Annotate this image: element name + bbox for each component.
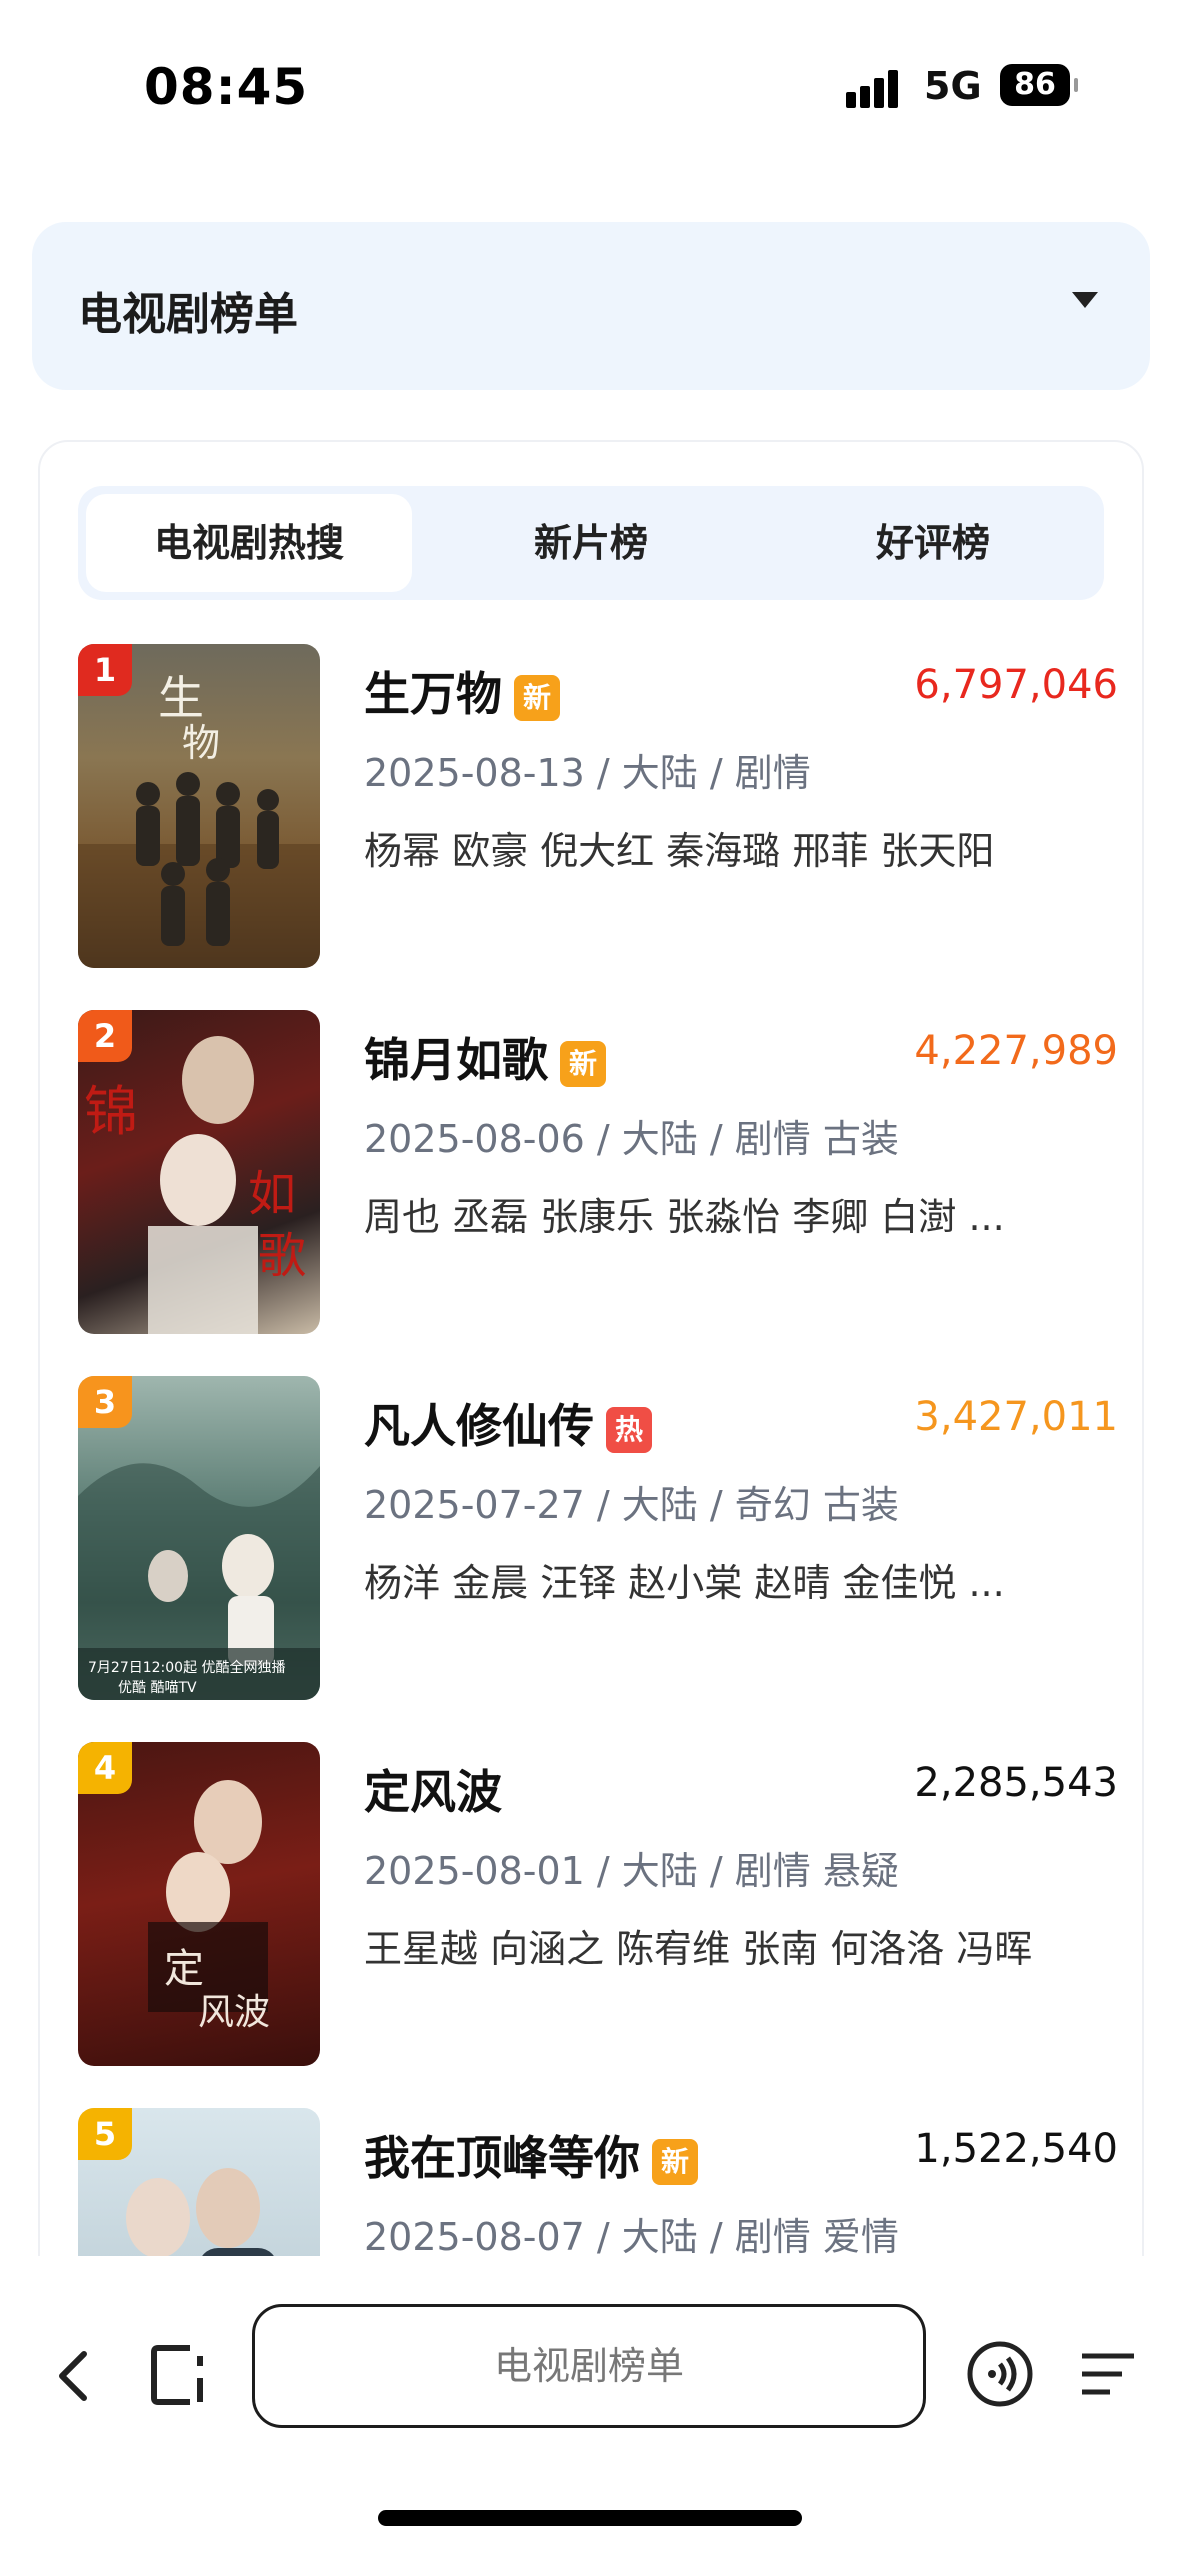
show-title-text: 生万物	[364, 667, 502, 721]
ranking-tabs: 电视剧热搜 新片榜 好评榜	[78, 486, 1104, 600]
read-aloud-icon[interactable]	[966, 2340, 1034, 2408]
svg-text:7月27日12:00起 优酷全网独播: 7月27日12:00起 优酷全网独播	[88, 1659, 286, 1676]
poster-image: 7月27日12:00起 优酷全网独播 优酷 酷喵TV 3	[78, 1376, 320, 1700]
list-item[interactable]: 7月27日12:00起 优酷全网独播 优酷 酷喵TV 3 凡人修仙传热 3,42…	[78, 1376, 1118, 1706]
rank-badge: 3	[78, 1376, 132, 1428]
show-meta: 2025-08-07 / 大陆 / 剧情 爱情	[364, 2215, 899, 2259]
ranking-card: 电视剧热搜 新片榜 好评榜 生 物 1 生万物新 6,797,046 2025-…	[38, 440, 1144, 2480]
rank-badge: 1	[78, 644, 132, 696]
new-badge: 新	[652, 2138, 698, 2185]
list-item[interactable]: 定 风波 4 定风波 2,285,543 2025-08-01 / 大陆 / 剧…	[78, 1742, 1118, 2072]
show-title: 生万物新	[364, 658, 560, 724]
show-cast: 杨幂 欧豪 倪大红 秦海璐 邢菲 张天阳	[364, 829, 995, 873]
svg-text:风波: 风波	[198, 1992, 270, 2033]
hot-score: 4,227,989	[914, 1028, 1118, 1074]
show-title-text: 我在顶峰等你	[364, 2131, 640, 2185]
list-selector-dropdown[interactable]: 电视剧榜单	[32, 222, 1150, 390]
poster-image: 锦 如 歌 2	[78, 1010, 320, 1334]
show-cast: 王星越 向涵之 陈宥维 张南 何洛洛 冯晖	[364, 1927, 1033, 1971]
menu-icon[interactable]	[1078, 2344, 1138, 2404]
show-title: 定风波	[364, 1756, 502, 1822]
show-cast: 杨洋 金晨 汪铎 赵小棠 赵晴 金佳悦 ...	[364, 1561, 1005, 1605]
network-label: 5G	[924, 64, 982, 108]
svg-text:如: 如	[248, 1166, 296, 1222]
rank-badge: 4	[78, 1742, 132, 1794]
hot-score: 6,797,046	[914, 662, 1118, 708]
show-title-text: 锦月如歌	[364, 1033, 548, 1087]
show-title: 锦月如歌新	[364, 1024, 606, 1090]
new-badge: 新	[514, 674, 560, 721]
svg-text:定: 定	[164, 1946, 204, 1992]
show-title: 我在顶峰等你新	[364, 2122, 698, 2188]
svg-text:锦: 锦	[84, 1080, 138, 1143]
battery-icon: 86	[1000, 64, 1078, 106]
show-cast: 周也 丞磊 张康乐 张淼怡 李卿 白澍 ...	[364, 1195, 1005, 1239]
show-meta: 2025-08-13 / 大陆 / 剧情	[364, 751, 811, 795]
tab-tv-hot-search[interactable]: 电视剧热搜	[86, 494, 412, 592]
signal-icon	[846, 68, 906, 108]
show-title: 凡人修仙传热	[364, 1390, 652, 1456]
svg-text:歌: 歌	[258, 1228, 306, 1284]
tab-top-rated[interactable]: 好评榜	[770, 494, 1096, 592]
hot-score: 1,522,540	[914, 2126, 1118, 2172]
list-item[interactable]: 生 物 1 生万物新 6,797,046 2025-08-13 / 大陆 / 剧…	[78, 644, 1118, 974]
home-indicator	[378, 2510, 802, 2526]
show-meta: 2025-08-01 / 大陆 / 剧情 悬疑	[364, 1849, 899, 1893]
show-title-text: 凡人修仙传	[364, 1399, 594, 1453]
tabs-icon[interactable]	[150, 2342, 210, 2408]
caret-down-icon	[1072, 292, 1098, 308]
address-bar[interactable]: 电视剧榜单	[252, 2304, 926, 2428]
hot-badge: 热	[606, 1406, 652, 1453]
hot-score: 3,427,011	[914, 1394, 1118, 1440]
list-item[interactable]: 锦 如 歌 2 锦月如歌新 4,227,989 2025-08-06 / 大陆 …	[78, 1010, 1118, 1340]
tab-new-releases[interactable]: 新片榜	[428, 494, 754, 592]
svg-text:优酷 酷喵TV: 优酷 酷喵TV	[118, 1680, 197, 1696]
svg-text:物: 物	[182, 721, 220, 765]
show-meta: 2025-07-27 / 大陆 / 奇幻 古装	[364, 1483, 899, 1527]
back-arrow-icon[interactable]	[54, 2346, 94, 2406]
hot-score: 2,285,543	[914, 1760, 1118, 1806]
new-badge: 新	[560, 1040, 606, 1087]
status-bar: 08:45 5G 86	[0, 0, 1179, 170]
rank-badge: 2	[78, 1010, 132, 1062]
show-meta: 2025-08-06 / 大陆 / 剧情 古装	[364, 1117, 899, 1161]
status-time: 08:45	[144, 58, 309, 116]
dropdown-title: 电视剧榜单	[78, 289, 298, 340]
poster-image: 定 风波 4	[78, 1742, 320, 2066]
show-title-text: 定风波	[364, 1765, 502, 1819]
poster-image: 生 物 1	[78, 644, 320, 968]
svg-text:生: 生	[158, 671, 204, 725]
rank-badge: 5	[78, 2108, 132, 2160]
